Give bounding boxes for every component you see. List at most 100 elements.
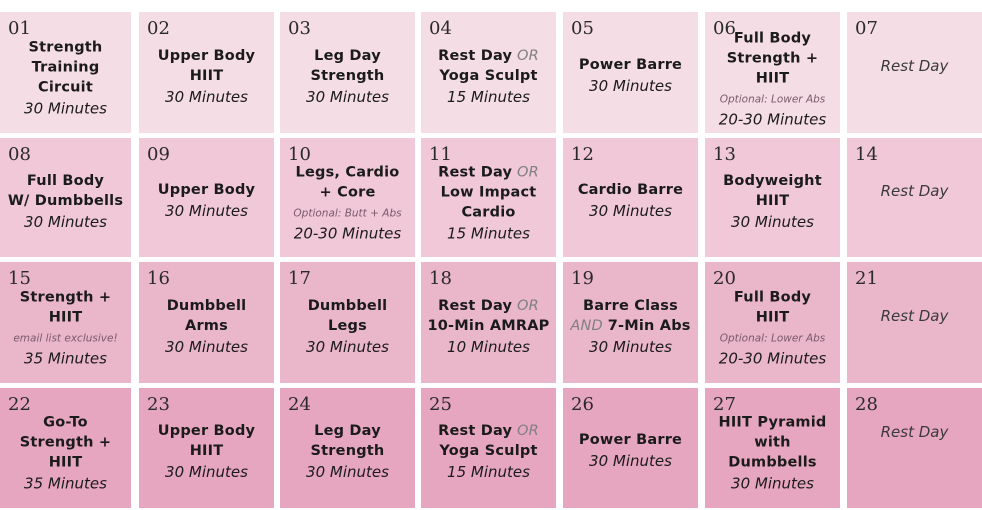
day-content: Strength + HIIT email list exclusive! 35 M… <box>0 287 131 368</box>
day-cell-14: 14 Rest Day <box>847 138 982 257</box>
workout-duration: 35 Minutes <box>24 474 107 493</box>
day-content: Power Barre 30 Minutes <box>563 54 698 95</box>
workout-title-line: Full Body <box>26 172 105 189</box>
day-number: 16 <box>147 268 170 289</box>
and-connector: AND <box>570 317 608 334</box>
rest-day-label: Rest Day <box>880 181 949 200</box>
day-content: Leg Day Strength 30 Minutes <box>280 421 415 482</box>
workout-title-line: HIIT <box>755 192 790 209</box>
day-content: Full Body HIIT Optional: Lower Abs 20-30 Mi… <box>705 287 840 368</box>
workout-title-line: Training <box>31 58 100 75</box>
workout-duration: 10 Minutes <box>447 337 530 356</box>
day-number: 15 <box>8 268 31 289</box>
day-number: 08 <box>8 144 31 165</box>
workout-title-text: Rest Day <box>438 163 513 180</box>
workout-title-line: Cardio <box>461 203 516 220</box>
day-content: Power Barre 30 Minutes <box>563 430 698 471</box>
day-number: 05 <box>571 18 594 39</box>
workout-duration: 30 Minutes <box>589 201 672 220</box>
workout-title-line: Arms <box>185 317 228 334</box>
workout-duration: 30 Minutes <box>306 87 389 106</box>
day-content: Upper Body 30 Minutes <box>139 179 274 220</box>
day-number: 03 <box>288 18 311 39</box>
workout-duration: 20-30 Minutes <box>293 223 402 242</box>
workout-title-line: 10-Min AMRAP <box>427 317 550 334</box>
workout-title-line: Rest Day OR <box>424 421 553 441</box>
day-number: 13 <box>713 144 736 165</box>
day-number: 19 <box>571 268 594 289</box>
workout-title-line: Power Barre <box>578 56 683 73</box>
workout-duration: 15 Minutes <box>447 87 530 106</box>
day-content: Full Body W/ Dumbbells 30 Minutes <box>0 171 131 232</box>
day-cell-26: 26 Power Barre 30 Minutes <box>563 388 698 508</box>
day-cell-11: 11 Rest Day OR Low Impact Cardio 15 Minutes <box>421 138 556 257</box>
workout-title-line: Yoga Sculpt <box>439 67 538 84</box>
day-content: Leg Day Strength 30 Minutes <box>280 46 415 107</box>
workout-duration: 30 Minutes <box>165 463 248 482</box>
day-cell-07: 07 Rest Day <box>847 12 982 133</box>
rest-day-label: Rest Day <box>880 422 949 441</box>
day-number: 18 <box>429 268 452 289</box>
workout-duration: 35 Minutes <box>24 348 107 367</box>
workout-title-line: Leg Day <box>314 423 381 440</box>
day-content: Rest Day <box>847 423 982 441</box>
day-cell-10: 10 Legs, Cardio + Core Optional: Butt + Abs… <box>280 138 415 257</box>
workout-duration: 30 Minutes <box>165 337 248 356</box>
workout-duration: 30 Minutes <box>24 98 107 117</box>
day-number: 23 <box>147 394 170 415</box>
workout-title-line: HIIT <box>189 443 224 460</box>
workout-title-line: Upper Body <box>157 423 256 440</box>
workout-title-text: Rest Day <box>438 47 513 64</box>
day-number: 12 <box>571 144 594 165</box>
day-cell-04: 04 Rest Day OR Yoga Sculpt 15 Minutes <box>421 12 556 133</box>
day-content: Rest Day <box>847 306 982 324</box>
day-number: 20 <box>713 268 736 289</box>
or-connector: OR <box>512 47 539 64</box>
workout-title-line: HIIT Pyramid <box>718 414 827 431</box>
day-content: Rest Day OR Yoga Sculpt 15 Minutes <box>421 46 556 107</box>
workout-title-line: Go-To <box>43 414 88 431</box>
workout-duration: 30 Minutes <box>589 337 672 356</box>
day-cell-18: 18 Rest Day OR 10-Min AMRAP 10 Minutes <box>421 262 556 383</box>
day-cell-27: 27 HIIT Pyramid with Dumbbells 30 Minutes <box>705 388 840 508</box>
day-content: Barre Class AND 7-Min Abs 30 Minutes <box>563 296 698 357</box>
workout-duration: 30 Minutes <box>165 87 248 106</box>
workout-title-line: Circuit <box>38 78 93 95</box>
day-cell-19: 19 Barre Class AND 7-Min Abs 30 Minutes <box>563 262 698 383</box>
optional-note: Optional: Lower Abs <box>719 93 826 106</box>
workout-duration: 30 Minutes <box>306 337 389 356</box>
day-content: Rest Day <box>847 56 982 74</box>
day-cell-25: 25 Rest Day OR Yoga Sculpt 15 Minutes <box>421 388 556 508</box>
workout-title-line: with Dumbbells <box>728 434 817 471</box>
day-number: 01 <box>8 18 31 39</box>
day-content: Rest Day OR 10-Min AMRAP 10 Minutes <box>421 296 556 357</box>
workout-duration: 30 Minutes <box>589 76 672 95</box>
day-cell-16: 16 Dumbbell Arms 30 Minutes <box>139 262 274 383</box>
workout-title-line: Strength <box>310 67 385 84</box>
workout-duration: 30 Minutes <box>306 463 389 482</box>
workout-title-line: Cardio Barre <box>577 181 684 198</box>
workout-title-line: Upper Body <box>157 181 256 198</box>
workout-duration: 30 Minutes <box>24 212 107 231</box>
workout-title-line: Rest Day OR <box>424 296 553 316</box>
workout-title-line: Power Barre <box>578 431 683 448</box>
day-number: 14 <box>855 144 878 165</box>
day-content: Upper Body HIIT 30 Minutes <box>139 46 274 107</box>
or-connector: OR <box>512 163 539 180</box>
workout-title-line: Strength + HIIT <box>19 288 112 325</box>
rest-day-label: Rest Day <box>880 306 949 325</box>
workout-title-line: HIIT <box>755 308 790 325</box>
day-number: 28 <box>855 394 878 415</box>
workout-title-line: Full Body <box>733 30 812 47</box>
day-number: 09 <box>147 144 170 165</box>
workout-title-line: Barre Class <box>583 297 678 314</box>
workout-title-line: + Core <box>319 183 376 200</box>
workout-title-line: Bodyweight <box>723 172 822 189</box>
day-cell-15: 15 Strength + HIIT email list exclusive! 35… <box>0 262 131 383</box>
day-cell-17: 17 Dumbbell Legs 30 Minutes <box>280 262 415 383</box>
day-content: Go-To Strength + HIIT 35 Minutes <box>0 412 131 493</box>
optional-note: Optional: Lower Abs <box>719 331 826 344</box>
or-connector: OR <box>512 423 539 440</box>
day-number: 24 <box>288 394 311 415</box>
day-cell-03: 03 Leg Day Strength 30 Minutes <box>280 12 415 133</box>
